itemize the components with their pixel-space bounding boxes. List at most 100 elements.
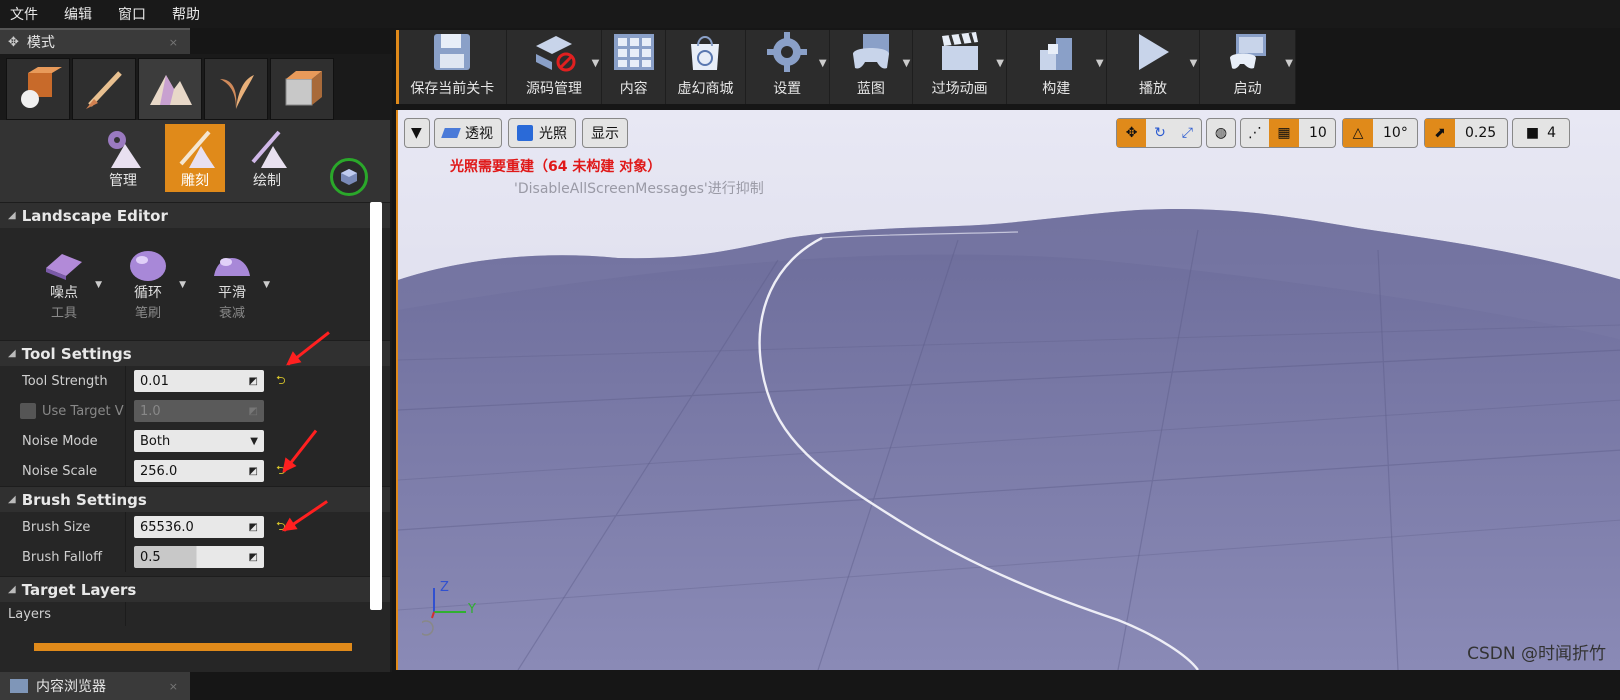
menu-edit[interactable]: 编辑	[64, 4, 92, 24]
noise-tool[interactable]: 噪点 工具 ▼	[34, 246, 102, 340]
main-toolbar: 保存当前关卡 源码管理 ▼ 内容 虚幻商城 设置 ▼ 蓝图 ▼ 过场动画 ▼ 构…	[396, 30, 1296, 104]
menu-help[interactable]: 帮助	[172, 4, 200, 24]
marketplace-button[interactable]: 虚幻商城	[666, 30, 746, 104]
chevron-down-icon[interactable]: ▼	[179, 280, 186, 290]
globe-icon: ◍	[1214, 125, 1228, 141]
scale-snap-value[interactable]: 0.25	[1455, 125, 1496, 141]
axis-gizmo: Z Y	[418, 580, 482, 642]
smooth-falloff-icon	[214, 258, 250, 276]
paint-mode-icon[interactable]	[72, 58, 136, 120]
noise-mode-select[interactable]: Both ▼	[134, 430, 264, 452]
transform-tools: ✥ ↻ ⤢	[1116, 118, 1202, 148]
modes-tab[interactable]: ✥ 模式 ×	[0, 28, 190, 54]
paint-label: 绘制	[253, 173, 281, 189]
chevron-down-icon[interactable]: ▼	[592, 58, 600, 69]
chevron-down-icon[interactable]: ▼	[819, 58, 827, 69]
show-button[interactable]: 显示	[582, 118, 628, 148]
cinematics-button[interactable]: 过场动画 ▼	[913, 30, 1007, 104]
build-button[interactable]: 构建 ▼	[1007, 30, 1107, 104]
chevron-down-icon[interactable]: ▼	[903, 58, 911, 69]
grid-snap: ⋰ ▦ 10	[1240, 118, 1336, 148]
close-icon[interactable]: ×	[169, 36, 178, 49]
lit-cube-icon	[517, 125, 533, 141]
gamepad-icon	[849, 30, 893, 74]
scale-icon[interactable]: ⤢	[1174, 125, 1201, 141]
circle-brush[interactable]: 循环 笔刷 ▼	[118, 246, 186, 340]
landscape-mode-icon[interactable]	[138, 58, 202, 120]
use-target-checkbox[interactable]	[20, 403, 36, 419]
smooth-falloff[interactable]: 平滑 衰减 ▼	[202, 246, 270, 340]
tool-settings-title: Tool Settings	[21, 344, 132, 363]
play-button[interactable]: 播放 ▼	[1107, 30, 1201, 104]
sculpt-tab[interactable]: 雕刻	[165, 124, 225, 192]
viewport-options-button[interactable]: ▼	[404, 118, 430, 148]
world-local-toggle[interactable]: ◍	[1206, 118, 1236, 148]
settings-button[interactable]: 设置 ▼	[746, 30, 830, 104]
perspective-button[interactable]: 透视	[434, 118, 502, 148]
geometry-mode-icon[interactable]	[270, 58, 334, 120]
chevron-down-icon[interactable]: ▼	[1096, 58, 1104, 69]
rotation-snap-value[interactable]: 10°	[1373, 125, 1408, 141]
chevron-down-icon[interactable]: ▼	[95, 280, 102, 290]
scale-snap: ⬈ 0.25	[1424, 118, 1508, 148]
translate-icon[interactable]: ✥	[1117, 119, 1147, 147]
manage-tab[interactable]: 管理	[93, 124, 153, 192]
level-viewport[interactable]: ▼ 透视 光照 显示 光照需要重建（64 未构建 对象） 'DisableAll…	[396, 110, 1620, 670]
brush-falloff-row: Brush Falloff 0.5 ◩	[0, 542, 390, 572]
launch-icon	[1226, 30, 1270, 74]
camera-speed-value: 4	[1547, 125, 1557, 141]
rotation-snap-icon[interactable]: △	[1343, 119, 1373, 147]
launch-button[interactable]: 启动 ▼	[1200, 30, 1296, 104]
landscape-editor-title: Landscape Editor	[21, 206, 168, 225]
globe-icon[interactable]	[330, 158, 368, 196]
brush-falloff-label: Brush Falloff	[0, 542, 126, 572]
close-icon[interactable]: ×	[169, 680, 178, 693]
axis-y-label: Y	[468, 602, 476, 617]
camera-speed[interactable]: ■ 4	[1512, 118, 1570, 148]
brush-size-field[interactable]: 65536.0 ◩	[134, 516, 264, 538]
brush-size-value: 65536.0	[140, 519, 194, 535]
source-control-icon	[532, 30, 576, 74]
content-button[interactable]: 内容	[602, 30, 667, 104]
noise-scale-field[interactable]: 256.0 ◩	[134, 460, 264, 482]
clapperboard-icon	[938, 30, 982, 74]
menu-window[interactable]: 窗口	[118, 4, 146, 24]
panel-scrollbar[interactable]	[370, 202, 382, 610]
shopping-bag-icon	[683, 30, 727, 74]
grid-snap-value[interactable]: 10	[1299, 125, 1327, 141]
grid-snap-icon[interactable]: ▦	[1269, 119, 1299, 147]
brush-falloff-value: 0.5	[140, 549, 161, 565]
place-mode-icon[interactable]	[6, 58, 70, 120]
chevron-down-icon[interactable]: ▼	[1285, 58, 1293, 69]
landscape-editor-header[interactable]: ◢ Landscape Editor	[0, 202, 390, 228]
noise-scale-row: Noise Scale 256.0◩ ⮌	[0, 456, 390, 486]
reset-to-default-icon[interactable]: ⮌	[276, 371, 286, 392]
scale-snap-icon[interactable]: ⬈	[1425, 119, 1455, 147]
chevron-down-icon[interactable]: ▼	[1190, 58, 1198, 69]
surface-snap-icon[interactable]: ⋰	[1241, 125, 1269, 141]
content-browser-title: 内容浏览器	[36, 679, 106, 695]
layer-item[interactable]	[34, 643, 352, 651]
brush-size-label: Brush Size	[0, 512, 126, 542]
brush-settings-header[interactable]: ◢ Brush Settings	[0, 486, 390, 512]
paint-tab[interactable]: 绘制	[237, 124, 297, 192]
menu-file[interactable]: 文件	[10, 4, 38, 24]
collapse-triangle-icon: ◢	[8, 210, 16, 221]
chevron-down-icon[interactable]: ▼	[263, 280, 270, 290]
collapse-triangle-icon: ◢	[8, 494, 16, 505]
foliage-mode-icon[interactable]	[204, 58, 268, 120]
landscape-editor-tools: 噪点 工具 ▼ 循环 笔刷 ▼ 平滑 衰减 ▼	[0, 228, 390, 340]
target-layers-header[interactable]: ◢ Target Layers	[0, 576, 390, 602]
noise-scale-value: 256.0	[140, 463, 178, 479]
content-browser-tab[interactable]: 内容浏览器 ×	[0, 672, 190, 700]
lit-button[interactable]: 光照	[508, 118, 576, 148]
brush-falloff-slider[interactable]: 0.5 ◩	[134, 546, 264, 568]
rotate-icon[interactable]: ↻	[1146, 125, 1173, 141]
chevron-down-icon[interactable]: ▼	[996, 58, 1004, 69]
tool-strength-field[interactable]: 0.01 ◩	[134, 370, 264, 392]
save-level-button[interactable]: 保存当前关卡	[399, 30, 507, 104]
source-control-button[interactable]: 源码管理 ▼	[507, 30, 603, 104]
tool-settings-header[interactable]: ◢ Tool Settings	[0, 340, 390, 366]
rotation-snap: △ 10°	[1342, 118, 1418, 148]
blueprint-button[interactable]: 蓝图 ▼	[830, 30, 914, 104]
